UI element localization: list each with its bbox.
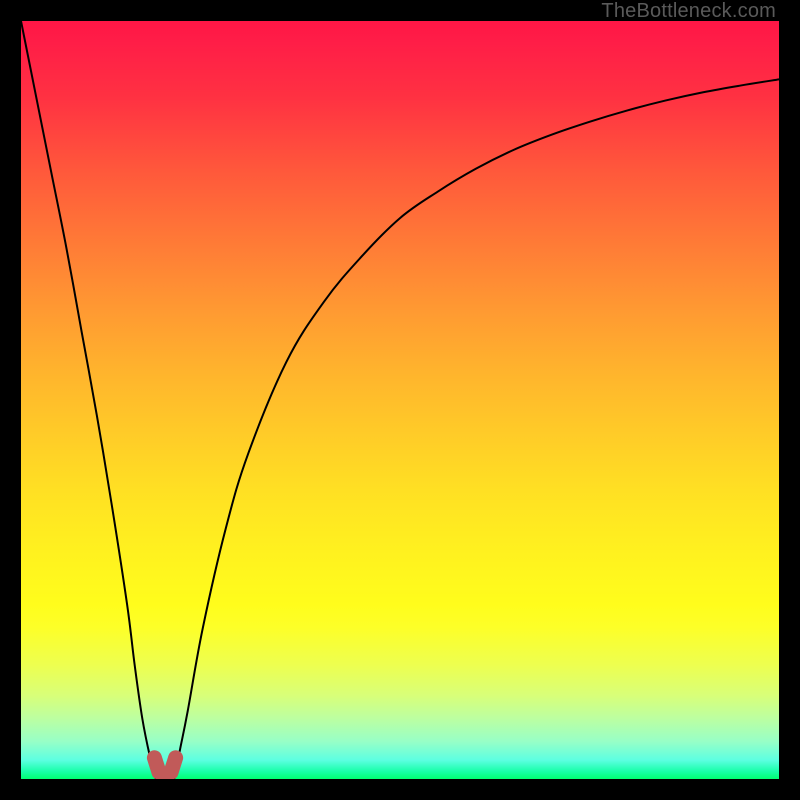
plot-area <box>21 21 779 779</box>
right-curve <box>174 79 779 779</box>
dip-marker <box>154 758 175 775</box>
attribution-text: TheBottleneck.com <box>601 0 776 23</box>
left-curve <box>21 21 156 779</box>
chart-frame: TheBottleneck.com <box>0 0 800 800</box>
curve-layer <box>21 21 779 779</box>
